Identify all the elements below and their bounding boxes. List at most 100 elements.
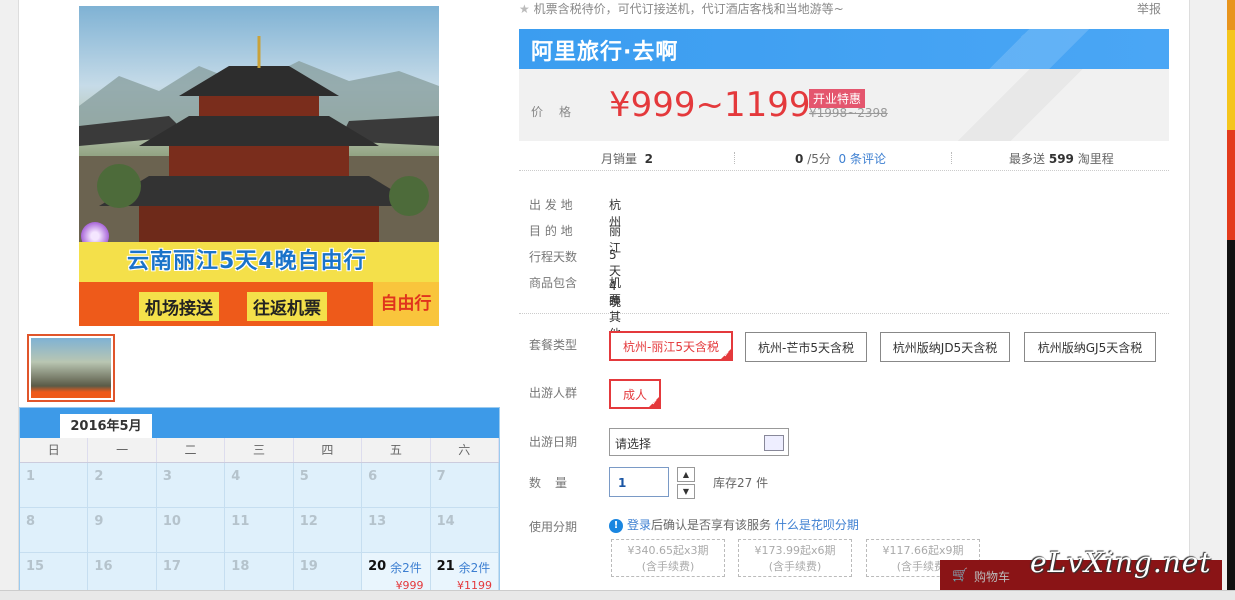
calendar-day: 14 [430,508,499,553]
calendar-day: 18 [225,553,294,590]
calendar-day: 3 [156,463,226,508]
calendar-day: 1 [20,463,89,508]
info-label: 商品包含 [529,276,578,290]
check-icon: ✓ [723,350,730,359]
installment-plan-3[interactable]: ¥340.65起x3期 (含手续费) [611,539,725,577]
calendar-day-available[interactable]: 21 余2件 ¥1199 [430,553,499,590]
strip-segment [1227,130,1235,240]
stats-divider [734,152,736,164]
day-number: 21 [436,559,455,574]
package-option-label: 杭州-芒市5天含税 [758,341,854,355]
day-number: 7 [436,469,446,484]
stock-count: 库存27 件 [713,476,769,490]
cart-icon: 🛒 [952,568,969,583]
rating-value: 0 [795,152,804,166]
crowd-option-label: 成人 [622,388,647,402]
weekday-sun: 日 [20,438,89,462]
star-icon: ★ [519,2,530,16]
quantity-increase-button[interactable]: ▲ [677,467,695,482]
monthly-sales-value: 2 [644,152,654,166]
info-label: 出 发 地 [529,198,573,212]
day-remaining: 余2件 [458,561,491,575]
price-label: 价格 [531,105,588,119]
check-icon: ✓ [651,398,658,407]
plan-amount: ¥117.66起x9期 [882,544,964,557]
package-option-banna-jd[interactable]: 杭州版纳JD5天含税 [880,332,1010,362]
day-number: 13 [368,514,387,529]
sales-stats: 月销量 2 0 /5分 0 条评论 最多送 599 淘里程 [519,146,1169,171]
day-number: 17 [162,559,181,574]
strip-segment [1227,30,1235,130]
package-option-label: 杭州-丽江5天含税 [623,340,719,354]
rating-suffix: /5分 [807,152,831,166]
calendar-icon[interactable] [764,435,784,451]
plan-amount: ¥173.99起x6期 [754,544,836,557]
login-link[interactable]: 登录 [627,518,651,532]
product-thumbnail[interactable] [27,334,115,402]
weekday-sat: 六 [431,438,499,462]
package-option-mangshi[interactable]: 杭州-芒市5天含税 [745,332,867,362]
weekday-thu: 四 [294,438,363,462]
installment-plan-6[interactable]: ¥173.99起x6期 (含手续费) [738,539,852,577]
date-picker-input[interactable]: 请选择 [609,428,789,456]
day-price: ¥999 [395,579,424,590]
calendar-day: 12 [293,508,363,553]
plan-fee: (含手续费) [641,560,695,573]
day-remaining: 余2件 [390,561,422,575]
date-placeholder: 请选择 [615,437,652,451]
day-number: 14 [436,514,455,529]
seller-notice: ★ 机票含税待价，可代订接送机，代订酒店客栈和当地游等~ [519,0,844,17]
installment-text: 后确认是否享有该服务 [651,518,772,532]
product-main-image[interactable]: 云南丽江5天4晚自由行 机场接送 往返机票 自由行 [79,6,439,326]
day-number: 9 [94,514,104,529]
hero-tag-airport: 机场接送 [139,292,219,321]
cart-label: 购物车 [974,570,1011,584]
day-number: 5 [299,469,309,484]
product-page: 云南丽江5天4晚自由行 机场接送 往返机票 自由行 2016年5月 日 一 二 … [18,0,1190,590]
calendar-day: 15 [20,553,89,590]
calendar-weekdays: 日 一 二 三 四 五 六 [20,438,499,463]
crowd-option-adult[interactable]: 成人 ✓ [609,379,661,409]
package-option-label: 杭州版纳JD5天含税 [892,341,998,355]
quantity-decrease-button[interactable]: ▼ [677,484,695,499]
calendar-day: 17 [156,553,226,590]
calendar-day: 10 [156,508,226,553]
calendar-day: 2 [88,463,157,508]
day-number: 6 [368,469,378,484]
monthly-sales: 月销量 2 [601,150,653,167]
package-label: 套餐类型 [529,338,578,352]
package-option-lijiang[interactable]: 杭州-丽江5天含税 ✓ [609,331,733,361]
calendar-day: 5 [293,463,363,508]
calendar-day: 13 [362,508,431,553]
day-number: 20 [368,559,387,574]
date-label: 出游日期 [529,435,578,449]
original-price: ¥1998~2398 [809,106,888,120]
calendar-day-available[interactable]: 20 余2件 ¥999 [362,553,431,590]
quantity-value: 1 [618,476,627,490]
package-option-label: 杭州版纳GJ5天含税 [1037,341,1143,355]
calendar-header: 2016年5月 [20,408,499,440]
day-price: ¥1199 [457,579,492,590]
hero-tag-flight: 往返机票 [247,292,327,321]
day-number: 4 [231,469,241,484]
strip-segment [1227,240,1235,590]
brand-name: 阿里旅行·去啊 [531,40,679,65]
calendar-month: 2016年5月 [60,414,152,440]
weekday-fri: 五 [362,438,431,462]
reviews-link[interactable]: 0 条评论 [839,152,886,166]
package-option-banna-gj[interactable]: 杭州版纳GJ5天含税 [1024,332,1156,362]
quantity-input[interactable]: 1 [609,467,669,497]
section-divider [519,313,1169,314]
weekday-mon: 一 [88,438,157,462]
price-value: ¥999~1199 [609,85,811,125]
thumbnail-image [31,338,111,398]
plan-fee: (含手续费) [768,560,822,573]
plan-amount: ¥340.65起x3期 [627,544,709,557]
calendar-day: 11 [225,508,294,553]
report-link[interactable]: 举报 [1137,0,1161,17]
calendar-day: 4 [225,463,294,508]
huabei-link[interactable]: 什么是花呗分期 [775,518,859,532]
monthly-sales-label: 月销量 [601,152,638,166]
day-number: 8 [26,514,36,529]
strip-segment [1227,0,1235,30]
